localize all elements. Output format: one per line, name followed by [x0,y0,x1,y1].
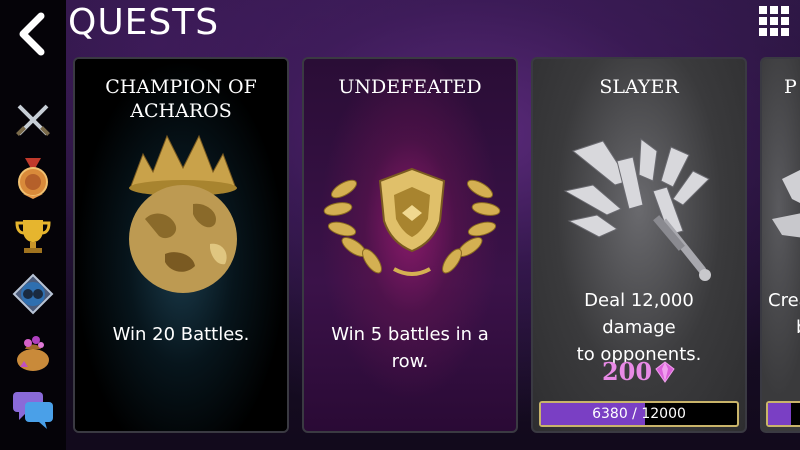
trophy-icon [15,220,51,253]
medal-icon [18,158,48,199]
partial-art-icon [772,170,800,238]
reward: 200 [533,357,745,386]
quest-title: UNDEFEATED [338,76,482,98]
quest-card-undefeated[interactable]: UNDEFEATED Win 5 battles in a row. [302,57,518,433]
progress-fill [768,403,792,425]
quest-description: Win 20 Battles. [112,324,250,345]
chat-bubbles-icon [13,392,53,429]
back-button[interactable] [12,12,52,56]
gem-icon [655,360,675,383]
sidebar-item-versus[interactable] [11,272,55,316]
sidebar-item-shop[interactable] [11,330,55,374]
sidebar [0,0,66,450]
sidebar-item-trophies[interactable] [11,214,55,258]
crossed-swords-icon [16,104,50,136]
quest-card-slayer[interactable]: SLAYER Deal 12,000 damage to opponents. … [531,57,747,433]
sidebar-item-achievements[interactable] [11,156,55,200]
quest-description: Deal 12,000 damage to opponents. [576,290,702,365]
page-title: QUESTS [68,2,220,43]
chevron-left-icon [19,12,45,56]
progress-bar: 6380 / 12000 [539,401,739,427]
grid-menu-icon [759,6,767,14]
quest-title: SLAYER [599,76,679,98]
quest-card-champion[interactable]: CHAMPION OF ACHAROS Win 20 Battles. [73,57,289,433]
reward-amount: 200 [601,357,653,386]
crowned-planet-icon [129,134,237,293]
quest-title: CHAMPION OF ACHAROS [105,76,257,122]
laurel-shield-icon [323,167,501,276]
quest-title: P [784,76,797,98]
progress-bar [766,401,800,427]
shattered-sword-icon [563,138,711,281]
quest-card-partial[interactable]: P Crea b [760,57,800,433]
progress-text: 6380 / 12000 [592,406,686,422]
sidebar-item-battles[interactable] [11,98,55,142]
quest-description: Win 5 battles in a row. [331,324,489,372]
treasure-bag-icon [17,336,49,371]
sidebar-item-chat[interactable] [11,388,55,432]
quest-description: Crea b [768,290,800,338]
versus-emblem-icon [12,273,54,315]
grid-menu-button[interactable] [759,6,791,38]
